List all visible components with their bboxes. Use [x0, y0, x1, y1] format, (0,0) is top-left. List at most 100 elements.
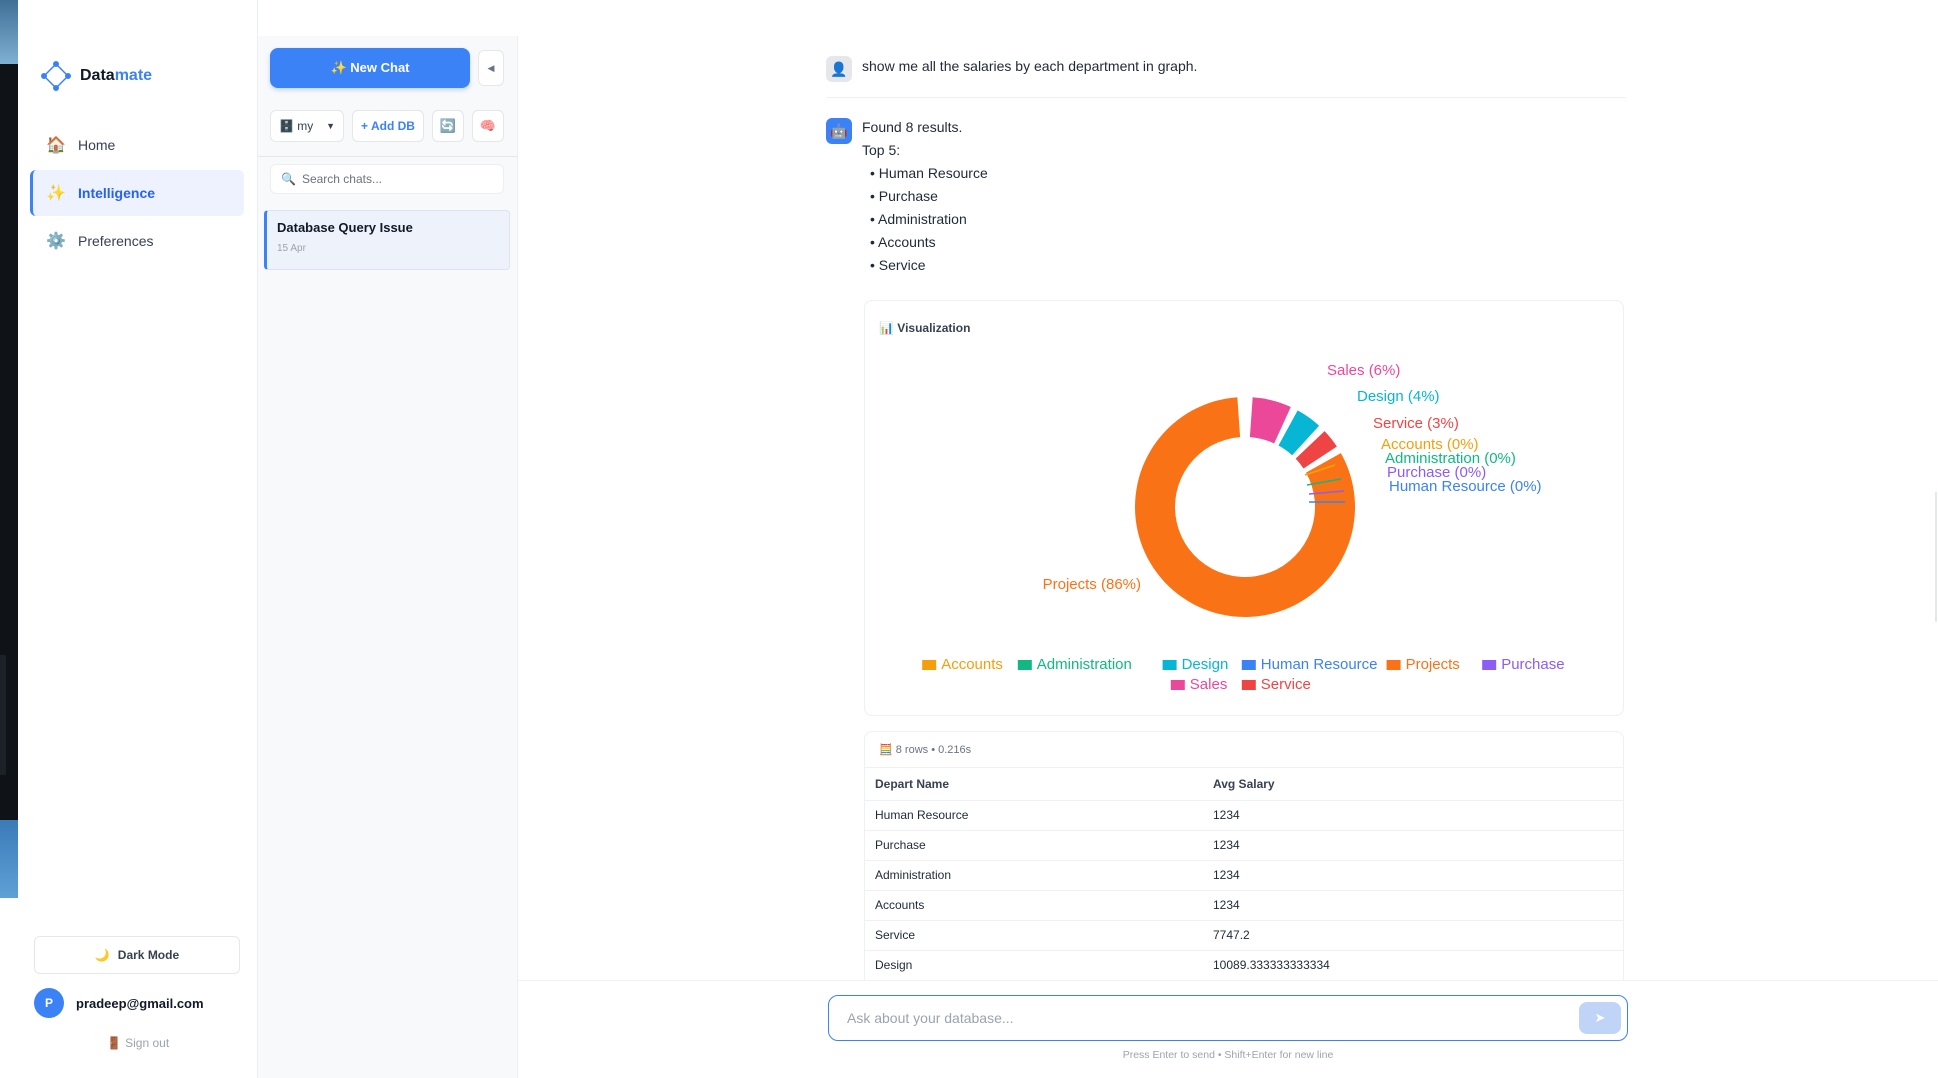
table-cell: 1234 — [1213, 860, 1623, 891]
results-table: Depart Name Avg Salary Human Resource 123… — [865, 768, 1623, 980]
bot-avatar-icon: 🤖 — [826, 118, 852, 144]
chat-date: 15 Apr — [277, 243, 306, 254]
user-profile[interactable]: P pradeep@gmail.com — [34, 988, 204, 1018]
table-meta: 🧮 8 rows • 0.216s — [865, 732, 1623, 768]
divider — [258, 156, 518, 157]
search-icon: 🔍 — [281, 172, 296, 186]
search-placeholder: Search chats... — [301, 172, 382, 186]
nav-item-preferences[interactable]: ⚙️ Preferences — [30, 218, 244, 264]
database-select[interactable]: 🗄️ my ▼ — [270, 110, 344, 142]
list-item: Purchase — [870, 185, 988, 208]
add-db-button[interactable]: + Add DB — [352, 110, 424, 142]
list-item: Service — [870, 254, 988, 277]
user-email: pradeep@gmail.com — [76, 995, 204, 1011]
legend-swatch-design — [1162, 660, 1177, 670]
nav-item-home[interactable]: 🏠 Home — [30, 122, 244, 168]
input-hint: Press Enter to send • Shift+Enter for ne… — [1122, 1049, 1334, 1061]
slice-label-human-resource: Human Resource (0%) — [1389, 478, 1542, 495]
bot-top-list: Human Resource Purchase Administration A… — [862, 162, 988, 277]
visualization-card: 📊 Visualization Sales (6%) Design (4%) Ser… — [864, 300, 1624, 716]
table-header-row: Depart Name Avg Salary — [865, 768, 1623, 801]
list-item: Accounts — [870, 231, 988, 254]
chevron-down-icon: ▼ — [326, 121, 335, 131]
nav-item-label: Home — [78, 137, 116, 153]
dark-mode-toggle[interactable]: 🌙 Dark Mode — [34, 936, 240, 974]
nav-item-label: Intelligence — [78, 185, 156, 201]
bot-message-body: Found 8 results. Top 5: Human Resource P… — [862, 116, 988, 277]
results-table-card: 🧮 8 rows • 0.216s Depart Name Avg Salary… — [864, 731, 1624, 980]
table-cell: Design — [865, 950, 1213, 980]
donut-chart: Sales (6%) Design (4%) Service (3%) Account… — [922, 362, 1565, 693]
chat-list-panel: ✨ New Chat ◀ 🗄️ my ▼ + Add DB 🔄 🧠 🔍 Sear… — [258, 36, 518, 1078]
legend-label-design: Design — [1182, 656, 1229, 673]
slice-label-design: Design (4%) — [1357, 388, 1440, 405]
main-nav: 🏠 Home ✨ Intelligence ⚙️ Preferences — [30, 122, 244, 266]
user-message: 👤 show me all the salaries by each depar… — [826, 56, 1626, 98]
legend-label-administration: Administration — [1037, 656, 1132, 673]
desktop-wallpaper-top — [0, 0, 18, 64]
desktop-panel — [0, 655, 6, 775]
table-cell: 1234 — [1213, 890, 1623, 921]
message-input-placeholder: Ask about your database... — [847, 1010, 1014, 1026]
slice-label-sales: Sales (6%) — [1327, 362, 1400, 379]
nav-item-intelligence[interactable]: ✨ Intelligence — [30, 170, 244, 216]
nav-item-label: Preferences — [78, 233, 154, 249]
legend-swatch-service — [1241, 680, 1256, 690]
legend-label-service: Service — [1261, 676, 1311, 693]
bot-summary: Found 8 results. — [862, 119, 963, 135]
house-icon: 🏠 — [46, 137, 66, 154]
avatar: P — [34, 988, 64, 1018]
gear-icon: ⚙️ — [46, 233, 66, 250]
schema-button[interactable]: 🧠 — [472, 110, 504, 142]
background-desktop-strip — [0, 0, 18, 898]
list-item: Human Resource — [870, 162, 988, 185]
scrollbar-track[interactable] — [1935, 492, 1937, 622]
sparkles-icon: ✨ — [46, 185, 66, 202]
user-avatar-icon: 👤 — [826, 56, 852, 82]
table-row: Accounts 1234 — [865, 890, 1623, 921]
legend-label-purchase: Purchase — [1501, 656, 1564, 673]
message-input[interactable]: Ask about your database... ➤ — [828, 995, 1628, 1041]
table-cell: Purchase — [865, 830, 1213, 861]
table-cell: Accounts — [865, 890, 1213, 921]
chat-list-item[interactable]: Database Query Issue 15 Apr — [264, 210, 510, 270]
bot-top-label: Top 5: — [862, 142, 901, 158]
collapse-panel-button[interactable]: ◀ — [478, 50, 504, 86]
legend-label-sales: Sales — [1190, 676, 1228, 693]
logo[interactable]: Datamate — [40, 60, 152, 92]
refresh-button[interactable]: 🔄 — [432, 110, 464, 142]
table-row: Human Resource 1234 — [865, 800, 1623, 831]
table-cell: 1234 — [1213, 830, 1623, 861]
new-chat-button[interactable]: ✨ New Chat — [270, 48, 470, 88]
table-cell: Administration — [865, 860, 1213, 891]
slice-label-service: Service (3%) — [1373, 415, 1459, 432]
logo-icon — [41, 61, 71, 91]
legend-swatch-administration — [1017, 660, 1032, 670]
table-cell: Service — [865, 920, 1213, 951]
search-input[interactable]: 🔍 Search chats... — [270, 164, 504, 194]
legend-swatch-projects — [1386, 660, 1401, 670]
composer: Ask about your database... ➤ Press Enter… — [518, 980, 1938, 1078]
legend-label-projects: Projects — [1406, 656, 1460, 673]
column-header: Depart Name — [865, 768, 1213, 801]
conversation-area: 👤 show me all the salaries by each depar… — [518, 0, 1938, 980]
table-row: Administration 1234 — [865, 860, 1623, 891]
legend-swatch-sales — [1170, 680, 1185, 690]
legend-swatch-accounts — [922, 660, 937, 670]
sidebar: Datamate 🏠 Home ✨ Intelligence ⚙️ Prefer… — [18, 0, 258, 1078]
table-cell: 10089.333333333334 — [1213, 950, 1623, 980]
send-icon: ➤ — [1594, 1010, 1606, 1025]
legend-label-accounts: Accounts — [941, 656, 1003, 673]
legend-label-human-resource: Human Resource — [1261, 656, 1378, 673]
database-select-value: 🗄️ my — [279, 119, 314, 133]
bot-message: 🤖 Found 8 results. Top 5: Human Resource… — [826, 118, 1626, 277]
dark-mode-label: Dark Mode — [117, 948, 180, 962]
desktop-wallpaper-bottom — [0, 820, 18, 898]
table-cell: 1234 — [1213, 800, 1623, 831]
moon-icon: 🌙 — [94, 948, 110, 962]
pie-slice-projects — [1135, 397, 1355, 617]
send-button[interactable]: ➤ — [1579, 1002, 1621, 1034]
legend-swatch-purchase — [1482, 660, 1497, 670]
sign-out-link[interactable]: 🚪 Sign out — [18, 1036, 258, 1050]
list-item: Administration — [870, 208, 988, 231]
